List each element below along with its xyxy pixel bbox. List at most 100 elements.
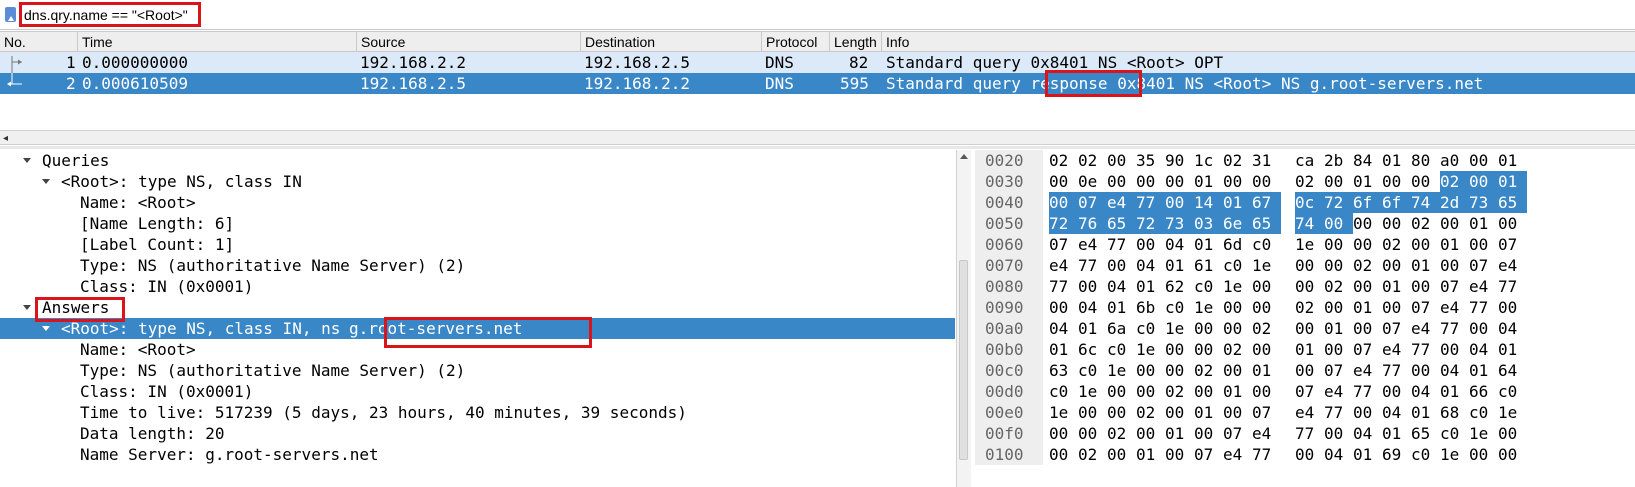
hex-byte[interactable]: 00 (1136, 234, 1165, 255)
hex-byte[interactable]: 04 (1165, 234, 1194, 255)
hex-byte[interactable]: 04 (1440, 360, 1469, 381)
hex-byte[interactable]: 00 (1411, 234, 1440, 255)
hex-byte[interactable]: 02 (1107, 423, 1136, 444)
hex-byte[interactable]: 04 (1107, 276, 1136, 297)
hex-byte[interactable]: 00 (1382, 171, 1411, 192)
hex-byte[interactable]: 77 (1107, 234, 1136, 255)
hex-byte[interactable]: 00 (1252, 171, 1281, 192)
hex-byte[interactable]: e4 (1353, 360, 1382, 381)
hex-byte[interactable]: 2d (1440, 192, 1469, 213)
hex-byte[interactable]: 69 (1382, 444, 1411, 465)
hex-byte[interactable]: 00 (1411, 276, 1440, 297)
display-filter-input[interactable]: dns.qry.name == "<Root>" (24, 5, 188, 25)
hex-byte[interactable]: 01 (1498, 150, 1527, 171)
hex-byte[interactable]: 62 (1165, 276, 1194, 297)
hex-byte[interactable]: 00 (1107, 171, 1136, 192)
hex-byte[interactable]: c0 (1107, 339, 1136, 360)
hex-byte[interactable]: 00 (1165, 360, 1194, 381)
hex-byte[interactable]: 01 (1469, 360, 1498, 381)
hex-byte[interactable]: c0 (1440, 423, 1469, 444)
hex-byte[interactable]: 77 (1440, 318, 1469, 339)
hex-byte[interactable]: 00 (1295, 255, 1324, 276)
tree-field-name[interactable]: Name: <Root> (0, 192, 955, 213)
hex-byte[interactable]: 01 (1440, 381, 1469, 402)
hex-byte[interactable]: 1e (1194, 297, 1223, 318)
hex-byte[interactable]: 01 (1223, 192, 1252, 213)
hex-byte[interactable]: 01 (1049, 339, 1078, 360)
hex-byte[interactable]: 01 (1194, 234, 1223, 255)
tree-field-label-count[interactable]: [Label Count: 1] (0, 234, 955, 255)
hex-byte[interactable]: 00 (1324, 213, 1353, 234)
hex-byte[interactable]: 00 (1353, 276, 1382, 297)
hex-byte[interactable]: 00 (1324, 234, 1353, 255)
hex-byte[interactable]: 02 (1382, 234, 1411, 255)
hex-byte[interactable]: 1e (1252, 255, 1281, 276)
hex-byte[interactable]: 07 (1469, 255, 1498, 276)
hex-byte[interactable]: 76 (1078, 213, 1107, 234)
tree-field-class[interactable]: Class: IN (0x0001) (0, 381, 955, 402)
hex-byte[interactable]: 01 (1353, 444, 1382, 465)
hex-byte[interactable]: 07 (1498, 234, 1527, 255)
hex-byte[interactable]: 1e (1498, 402, 1527, 423)
hex-byte[interactable]: 00 (1049, 192, 1078, 213)
hex-byte[interactable]: 00 (1194, 339, 1223, 360)
hex-byte[interactable]: 77 (1295, 423, 1324, 444)
hex-byte[interactable]: c0 (1411, 444, 1440, 465)
hex-byte[interactable]: 04 (1353, 423, 1382, 444)
hex-byte[interactable]: 1e (1440, 444, 1469, 465)
column-header-length[interactable]: Length (830, 32, 882, 52)
hex-byte[interactable]: 07 (1411, 297, 1440, 318)
hex-byte[interactable]: 01 (1440, 234, 1469, 255)
hex-byte[interactable]: 00 (1295, 318, 1324, 339)
hex-byte[interactable]: 77 (1353, 381, 1382, 402)
hex-byte[interactable]: 07 (1223, 423, 1252, 444)
hex-byte[interactable]: 04 (1382, 402, 1411, 423)
hex-byte[interactable]: 01 (1353, 297, 1382, 318)
hex-byte[interactable]: 2b (1324, 150, 1353, 171)
hex-byte[interactable]: 00 (1411, 360, 1440, 381)
hex-byte[interactable]: 00 (1165, 192, 1194, 213)
hex-byte[interactable]: 00 (1136, 171, 1165, 192)
hex-byte[interactable]: 02 (1136, 402, 1165, 423)
hex-byte[interactable]: 00 (1049, 444, 1078, 465)
hex-byte[interactable]: c0 (1194, 276, 1223, 297)
hex-byte[interactable]: 01 (1353, 171, 1382, 192)
tree-field-type[interactable]: Type: NS (authoritative Name Server) (2) (0, 255, 955, 276)
hex-byte[interactable]: 0c (1295, 192, 1324, 213)
hex-byte[interactable]: 02 (1411, 213, 1440, 234)
hex-byte[interactable]: 04 (1411, 381, 1440, 402)
hex-byte[interactable]: 00 (1049, 171, 1078, 192)
hex-byte[interactable]: 07 (1440, 276, 1469, 297)
hex-byte[interactable]: c0 (1498, 381, 1527, 402)
hex-byte[interactable]: 01 (1498, 339, 1527, 360)
hex-byte[interactable]: 04 (1498, 318, 1527, 339)
details-vscrollbar[interactable] (956, 150, 971, 487)
hex-byte[interactable]: 01 (1165, 255, 1194, 276)
hex-byte[interactable]: 31 (1252, 150, 1281, 171)
hex-byte[interactable]: c0 (1223, 255, 1252, 276)
hex-byte[interactable]: e4 (1107, 192, 1136, 213)
scroll-up-icon[interactable] (960, 154, 968, 159)
hex-byte[interactable]: 35 (1136, 150, 1165, 171)
hex-byte[interactable]: 00 (1223, 171, 1252, 192)
expand-arrow-icon[interactable] (23, 158, 31, 163)
hex-byte[interactable]: 00 (1107, 150, 1136, 171)
hex-byte[interactable]: 77 (1469, 297, 1498, 318)
hex-byte[interactable]: 0e (1078, 171, 1107, 192)
hex-byte[interactable]: 00 (1382, 297, 1411, 318)
hex-byte[interactable]: 65 (1107, 213, 1136, 234)
hex-byte[interactable]: 00 (1295, 276, 1324, 297)
hex-byte[interactable]: 80 (1411, 150, 1440, 171)
hex-byte[interactable]: 02 (1078, 444, 1107, 465)
hex-byte[interactable]: 77 (1382, 360, 1411, 381)
hex-byte[interactable]: 00 (1136, 381, 1165, 402)
hex-byte[interactable]: 00 (1078, 423, 1107, 444)
hex-byte[interactable]: 77 (1078, 255, 1107, 276)
tree-field-data-length[interactable]: Data length: 20 (0, 423, 955, 444)
hex-byte[interactable]: 07 (1049, 234, 1078, 255)
hex-byte[interactable]: e4 (1223, 444, 1252, 465)
scroll-thumb[interactable] (959, 260, 968, 460)
hex-byte[interactable]: 67 (1252, 192, 1281, 213)
hex-byte[interactable]: e4 (1469, 276, 1498, 297)
hex-byte[interactable]: 01 (1382, 150, 1411, 171)
